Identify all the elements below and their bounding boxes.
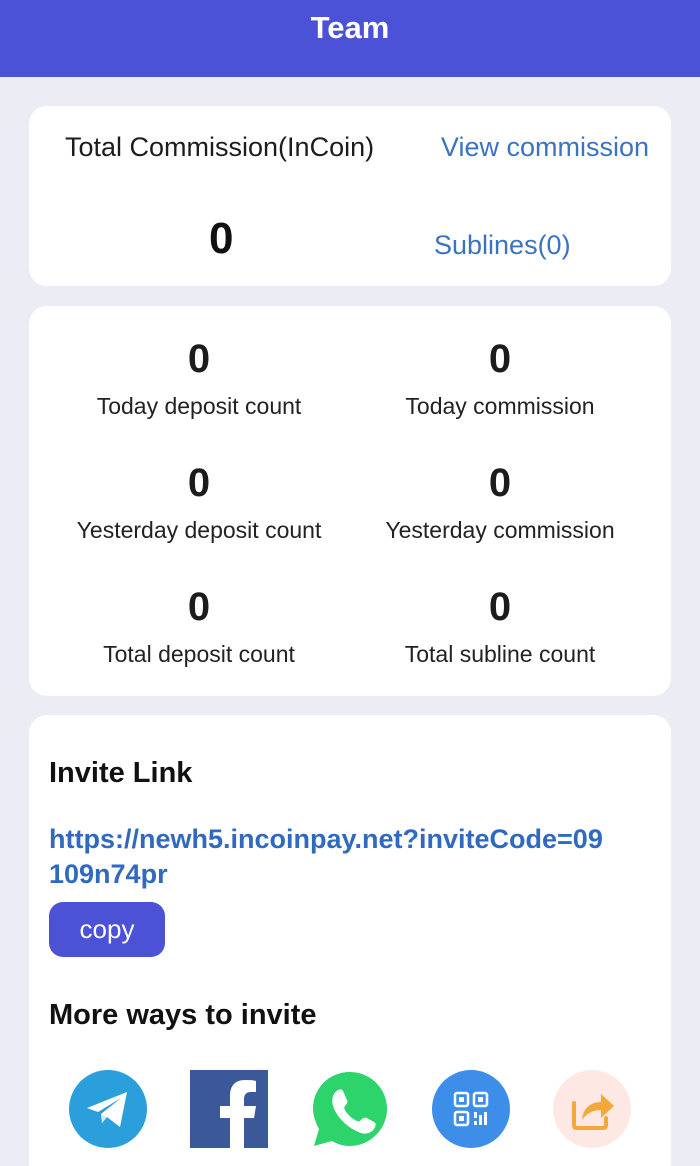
stat-total-subline-count: 0 Total subline count	[350, 584, 650, 668]
invite-link-url[interactable]: https://newh5.incoinpay.net?inviteCode=0…	[49, 822, 609, 892]
stat-label: Today deposit count	[96, 393, 302, 419]
stat-label: Today commission	[405, 393, 595, 419]
stat-label: Total subline count	[404, 641, 596, 667]
stat-today-deposit-count: 0 Today deposit count	[49, 336, 349, 420]
invite-link-title: Invite Link	[49, 757, 193, 789]
facebook-icon[interactable]	[190, 1070, 268, 1148]
stat-yesterday-commission: 0 Yesterday commission	[350, 460, 650, 544]
total-commission-value: 0	[209, 214, 234, 263]
more-ways-title: More ways to invite	[49, 999, 317, 1031]
view-commission-link[interactable]: View commission	[441, 132, 649, 163]
stat-total-deposit-count: 0 Total deposit count	[49, 584, 349, 668]
total-commission-label: Total Commission(InCoin)	[65, 132, 375, 162]
stat-value: 0	[187, 585, 211, 629]
stat-label: Total deposit count	[103, 641, 295, 667]
copy-button[interactable]: copy	[49, 902, 165, 957]
stat-label: Yesterday deposit count	[76, 517, 322, 543]
stat-value: 0	[187, 337, 211, 381]
stat-yesterday-deposit-count: 0 Yesterday deposit count	[49, 460, 349, 544]
invite-card: Invite Link https://newh5.incoinpay.net?…	[29, 715, 671, 1166]
page-title: Team	[310, 9, 390, 45]
share-icon[interactable]	[553, 1070, 631, 1148]
stat-value: 0	[187, 461, 211, 505]
whatsapp-icon[interactable]	[311, 1070, 389, 1148]
commission-card: Total Commission(InCoin) View commission…	[29, 106, 671, 286]
stat-label: Yesterday commission	[385, 517, 615, 543]
qr-code-icon[interactable]	[432, 1070, 510, 1148]
stat-value: 0	[488, 337, 512, 381]
telegram-icon[interactable]	[69, 1070, 147, 1148]
stats-card: 0 Today deposit count 0 Today commission…	[29, 306, 671, 696]
sublines-link[interactable]: Sublines(0)	[434, 230, 571, 261]
stat-value: 0	[488, 461, 512, 505]
stat-today-commission: 0 Today commission	[350, 336, 650, 420]
app-header: Team	[0, 0, 700, 77]
stat-value: 0	[488, 585, 512, 629]
